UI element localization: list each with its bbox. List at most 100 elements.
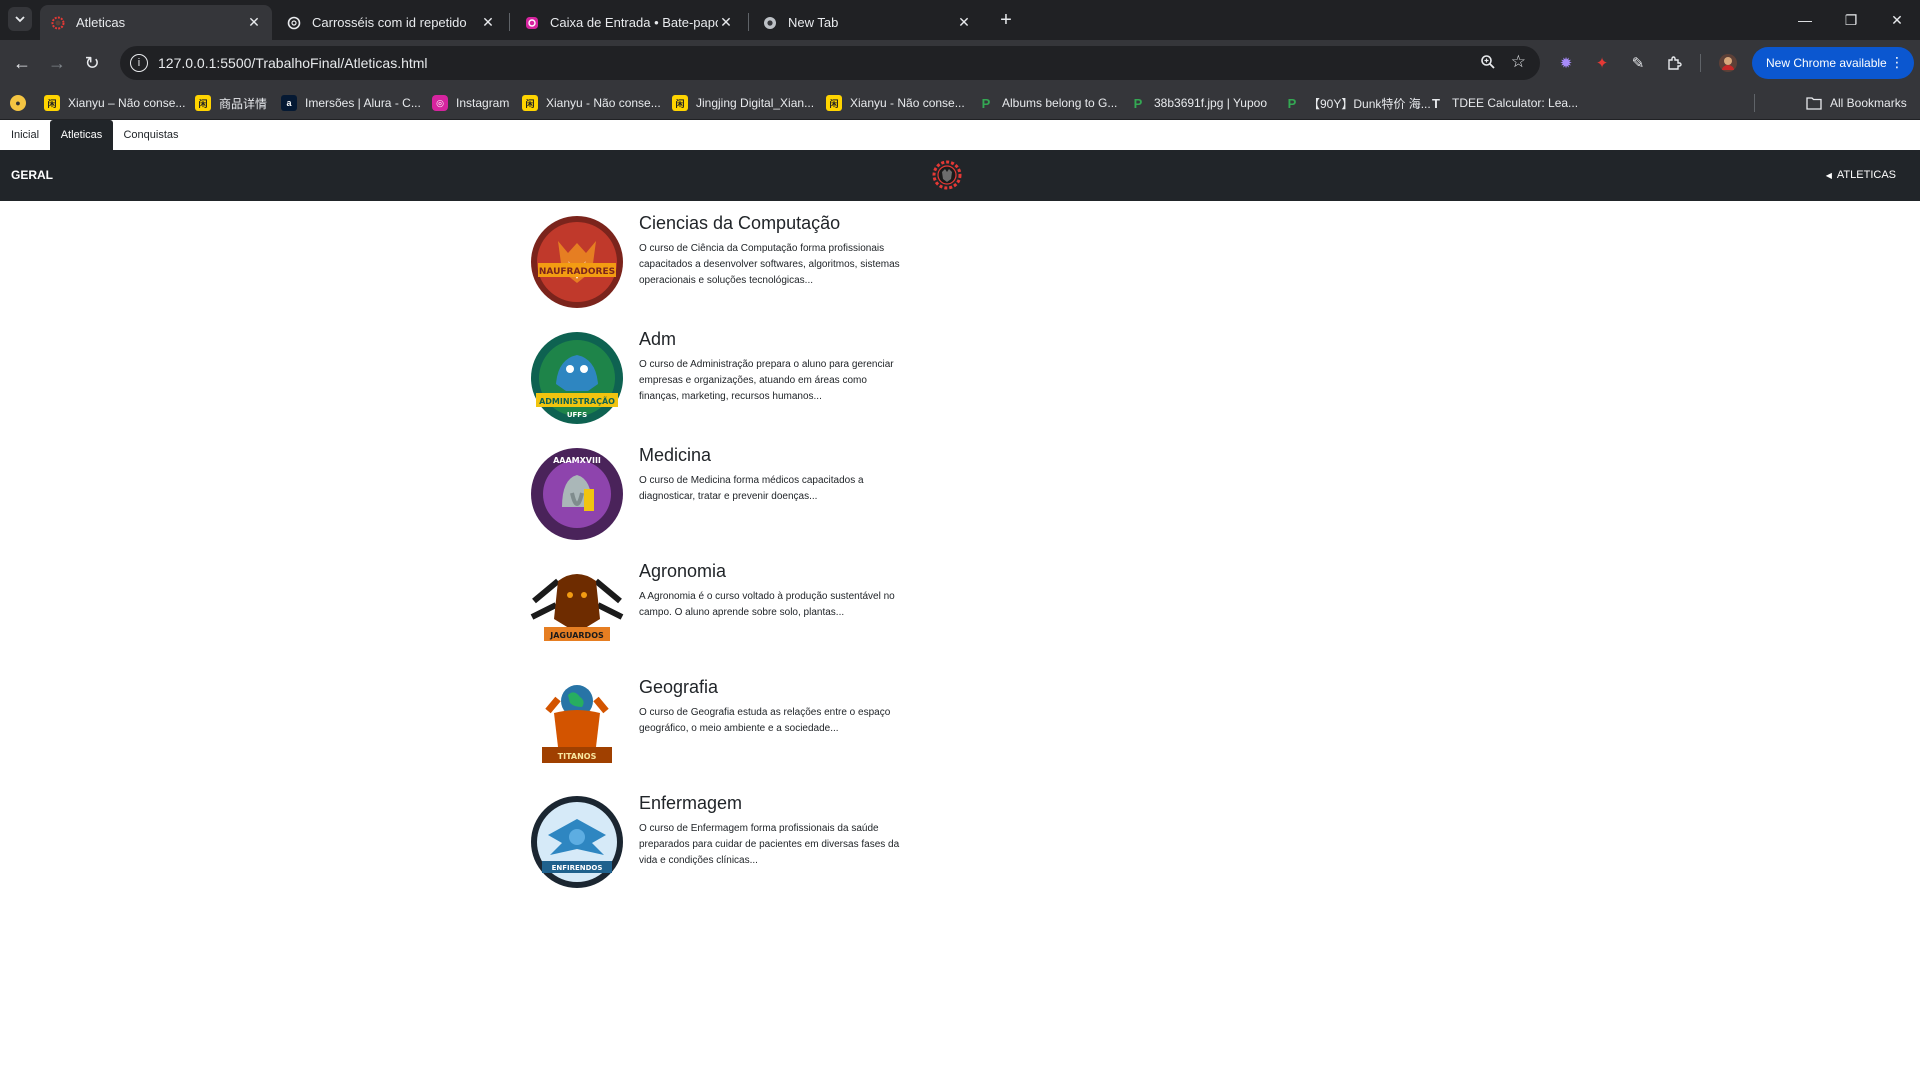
bookmark-item[interactable]: 闲 Xianyu - Não conse...	[826, 94, 965, 112]
close-icon[interactable]: ✕	[956, 14, 972, 31]
alura-icon: a	[281, 95, 297, 111]
site-navbar: GERAL ◀ ATLETICAS	[0, 150, 1920, 201]
course-item-computacao[interactable]: NAUFRADORES Ciencias da Computação O cur…	[528, 213, 948, 323]
navbar-brand[interactable]: GERAL	[11, 168, 53, 182]
extensions-puzzle-icon[interactable]	[1664, 53, 1684, 73]
all-bookmarks-button[interactable]: All Bookmarks	[1806, 94, 1907, 112]
bookmark-item[interactable]: P Albums belong to G...	[978, 94, 1118, 112]
bookmark-label: Albums belong to G...	[1002, 96, 1118, 110]
administracao-emblem-icon: ADMINISTRAÇÃO UFFS	[531, 332, 623, 424]
course-item-adm[interactable]: ADMINISTRAÇÃO UFFS Adm O curso de Admini…	[528, 329, 948, 439]
close-icon[interactable]: ✕	[718, 14, 734, 31]
toolbar-separator	[1700, 54, 1701, 72]
page-tab-inicial[interactable]: Inicial	[4, 120, 46, 150]
bookmark-label: 38b3691f.jpg | Yupoo	[1154, 96, 1268, 110]
close-window-icon[interactable]: ✕	[1874, 0, 1920, 40]
bookmark-label: TDEE Calculator: Lea...	[1452, 96, 1579, 110]
zoom-icon[interactable]	[1480, 54, 1496, 74]
xianyu-icon: 闲	[195, 95, 211, 111]
bookmark-item[interactable]: 闲 Xianyu – Não conse...	[44, 94, 185, 112]
course-name: Geografia	[639, 677, 719, 697]
browser-tab-atleticas[interactable]: Atleticas ✕	[40, 5, 272, 40]
browser-tab-instagram[interactable]: Caixa de Entrada • Bate-papos ✕	[514, 5, 744, 40]
xianyu-icon: 闲	[522, 95, 538, 111]
course-item-agronomia[interactable]: JAGUARDOS Agronomia A Agronomia é o curs…	[528, 561, 948, 671]
restore-icon[interactable]: ❐	[1828, 0, 1874, 40]
bookmarks-bar: ● 闲 Xianyu – Não conse... 闲 商品详情 a Imers…	[0, 86, 1920, 120]
close-icon[interactable]: ✕	[480, 14, 496, 31]
svg-text:NAUFRADORES: NAUFRADORES	[539, 267, 615, 277]
course-description: A Agronomia é o curso voltado à produção…	[639, 591, 895, 618]
forward-icon[interactable]: →	[45, 51, 69, 75]
xianyu-icon: 闲	[826, 95, 842, 111]
chrome-update-button[interactable]: New Chrome available ⋮	[1752, 47, 1914, 79]
extension-figure-icon[interactable]: ✦	[1592, 53, 1612, 73]
close-icon[interactable]: ✕	[246, 14, 262, 31]
course-name: Enfermagem	[639, 793, 743, 813]
yupoo-icon: P	[1287, 95, 1297, 111]
tab-search-button[interactable]	[8, 7, 32, 31]
tab-title: Caixa de Entrada • Bate-papos	[550, 15, 718, 30]
svg-text:ENFIRENDOS: ENFIRENDOS	[552, 864, 603, 872]
browser-tab-newtab[interactable]: New Tab ✕	[752, 5, 982, 40]
course-name: Agronomia	[639, 561, 727, 581]
caret-left-icon: ◀	[1825, 170, 1832, 180]
agronomia-emblem-icon: JAGUARDOS	[530, 574, 624, 641]
new-tab-button[interactable]: +	[994, 8, 1018, 32]
minimize-icon[interactable]: —	[1782, 0, 1828, 40]
instagram-icon	[524, 15, 540, 31]
course-description: O curso de Enfermagem forma profissionai…	[639, 823, 900, 866]
geografia-emblem-icon: TITANOS	[542, 685, 612, 763]
bookmark-item[interactable]: T TDEE Calculator: Lea...	[1428, 94, 1578, 112]
site-logo-icon[interactable]	[931, 159, 963, 191]
tdee-icon: T	[1432, 95, 1440, 111]
svg-text:AAAMXVIII: AAAMXVIII	[553, 456, 601, 465]
chrome-icon	[762, 15, 778, 31]
chevron-down-icon	[15, 16, 25, 23]
folder-icon	[1806, 95, 1822, 111]
reload-icon[interactable]: ↻	[80, 51, 104, 75]
bookmark-item[interactable]: P 38b3691f.jpg | Yupoo	[1130, 94, 1267, 112]
bookmark-item[interactable]: a Imersões | Alura - C...	[281, 94, 421, 112]
bookmark-star-icon[interactable]: ☆	[1511, 52, 1526, 72]
enfermagem-emblem-icon: ENFIRENDOS	[531, 796, 623, 888]
medicina-emblem-icon: AAAMXVIII	[531, 448, 623, 540]
svg-text:TITANOS: TITANOS	[558, 752, 597, 761]
url-text[interactable]: 127.0.0.1:5500/TrabalhoFinal/Atleticas.h…	[158, 55, 428, 71]
atleticas-dropdown[interactable]: ◀ ATLETICAS	[1826, 169, 1896, 181]
page-tab-conquistas[interactable]: Conquistas	[117, 120, 185, 150]
course-item-enfermagem[interactable]: ENFIRENDOS Enfermagem O curso de Enferma…	[528, 793, 948, 903]
tab-separator	[748, 13, 749, 31]
more-menu-icon[interactable]: ⋮	[1890, 54, 1904, 71]
back-icon[interactable]: ←	[10, 51, 34, 75]
svg-text:JAGUARDOS: JAGUARDOS	[549, 631, 604, 640]
browser-toolbar: ← → ↻ i 127.0.0.1:5500/TrabalhoFinal/Atl…	[0, 40, 1920, 86]
svg-text:UFFS: UFFS	[567, 411, 587, 419]
extension-pen-icon[interactable]: ✎	[1628, 53, 1648, 73]
bookmark-item[interactable]: ●	[10, 94, 34, 112]
bookmark-item[interactable]: P 【90Y】Dunk特价 海...	[1284, 94, 1431, 112]
bookmark-item[interactable]: 闲 Xianyu - Não conse...	[522, 94, 661, 112]
course-item-medicina[interactable]: AAAMXVIII Medicina O curso de Medicina f…	[528, 445, 948, 555]
bookmark-ufo-icon: ●	[10, 95, 26, 111]
dropdown-label: ATLETICAS	[1836, 169, 1896, 181]
page-tab-atleticas[interactable]: Atleticas	[50, 120, 113, 150]
svg-text:ADMINISTRAÇÃO: ADMINISTRAÇÃO	[539, 396, 615, 406]
profile-avatar[interactable]	[1718, 53, 1738, 73]
bookmark-label: Xianyu - Não conse...	[546, 96, 661, 110]
address-bar[interactable]: i 127.0.0.1:5500/TrabalhoFinal/Atleticas…	[120, 46, 1540, 80]
yupoo-icon: P	[1133, 95, 1143, 111]
extension-gear-icon[interactable]: ✹	[1556, 53, 1576, 73]
site-info-icon[interactable]: i	[130, 54, 148, 72]
tab-separator	[509, 13, 510, 31]
bookmark-item[interactable]: ◎ Instagram	[432, 94, 509, 112]
bookmark-item[interactable]: 闲 商品详情	[195, 94, 267, 112]
bookmark-label: Instagram	[456, 96, 510, 110]
yupoo-icon: P	[981, 95, 991, 111]
course-item-geografia[interactable]: TITANOS Geografia O curso de Geografia e…	[528, 677, 948, 787]
bookmark-label: 【90Y】Dunk特价 海...	[1308, 96, 1431, 111]
bookmark-item[interactable]: 闲 Jingjing Digital_Xian...	[672, 94, 814, 112]
course-description: O curso de Ciência da Computação forma p…	[639, 243, 900, 286]
update-button-label: New Chrome available	[1766, 56, 1887, 70]
browser-tab-carrosseis[interactable]: Carrosséis com id repetido ✕	[276, 5, 506, 40]
